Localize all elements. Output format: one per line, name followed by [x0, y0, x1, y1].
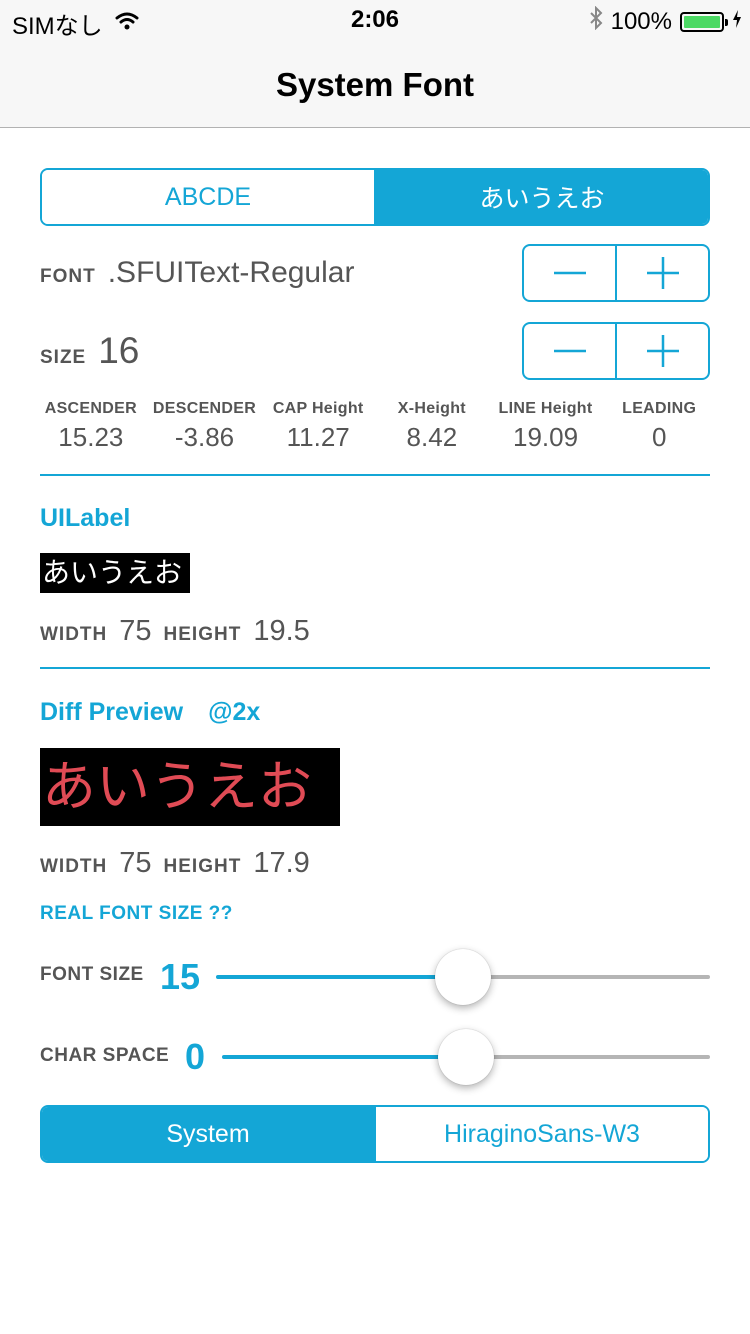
font-decrement-button[interactable]: [524, 246, 615, 300]
metric-x-height: X-Height 8.42: [375, 400, 489, 453]
size-label: SIZE: [40, 347, 87, 368]
metric-value: 15.23: [58, 422, 124, 452]
font-name-value: .SFUIText-Regular: [107, 256, 355, 289]
width-label: WIDTH: [40, 624, 108, 645]
slider-thumb[interactable]: [435, 949, 491, 1005]
uilabel-section-title: UILabel: [40, 504, 131, 532]
metric-value: 0: [651, 422, 667, 452]
width-value: 75: [119, 615, 152, 647]
size-row: SIZE 16: [40, 330, 139, 372]
font-metrics: ASCENDER 15.23 DESCENDER -3.86 CAP Heigh…: [34, 400, 716, 453]
size-stepper: [522, 322, 710, 380]
char-space-slider-value: 0: [185, 1036, 206, 1077]
char-space-slider-label: CHAR SPACE: [40, 1045, 170, 1066]
font-increment-button[interactable]: [615, 246, 708, 300]
segment-system[interactable]: System: [42, 1107, 374, 1161]
font-size-slider-label: FONT SIZE: [40, 964, 144, 985]
size-decrement-button[interactable]: [524, 324, 615, 378]
metric-label: ASCENDER: [44, 400, 137, 417]
slider-track-empty: [466, 1055, 710, 1059]
height-value: 19.5: [253, 615, 310, 647]
battery-percent: 100%: [610, 7, 672, 35]
battery-fill: [684, 15, 720, 28]
diff-preview-section-title: Diff Preview @2x: [40, 698, 260, 727]
status-right: 100%: [589, 5, 742, 37]
bluetooth-icon: [589, 5, 603, 37]
slider-thumb[interactable]: [438, 1029, 494, 1085]
uilabel-dimensions: WIDTH 75 HEIGHT 19.5: [40, 615, 310, 648]
font-label: FONT: [40, 266, 96, 287]
size-value: 16: [98, 330, 140, 371]
width-value: 75: [119, 847, 152, 879]
metric-cap-height: CAP Height 11.27: [261, 400, 375, 453]
metric-value: -3.86: [174, 422, 235, 452]
charging-icon: [732, 8, 742, 36]
plus-icon: [646, 257, 679, 289]
segment-hiragana[interactable]: あいうえお: [374, 170, 708, 224]
width-label: WIDTH: [40, 856, 108, 877]
diff-preview-dimensions: WIDTH 75 HEIGHT 17.9: [40, 847, 310, 880]
metric-label: CAP Height: [272, 400, 364, 417]
font-family-segmented-control: System HiraginoSans-W3: [40, 1105, 710, 1163]
sample-text-segmented-control: ABCDE あいうえお: [40, 168, 710, 226]
metric-line-height: LINE Height 19.09: [489, 400, 603, 453]
metric-label: LINE Height: [498, 400, 593, 417]
plus-icon: [646, 335, 679, 367]
metric-label: DESCENDER: [152, 400, 257, 417]
metric-value: 11.27: [286, 422, 350, 452]
navigation-bar: System Font: [0, 40, 750, 128]
slider-track-filled: [222, 1055, 466, 1059]
section-divider: [40, 667, 710, 669]
slider-track-empty: [463, 975, 710, 979]
section-divider: [40, 474, 710, 476]
metric-label: X-Height: [397, 400, 466, 417]
font-row: FONT .SFUIText-Regular: [40, 256, 354, 290]
battery-icon: [680, 11, 728, 32]
metric-leading: LEADING 0: [602, 400, 716, 453]
battery-tip: [725, 18, 728, 26]
page-title: System Font: [275, 66, 475, 103]
height-value: 17.9: [253, 847, 310, 879]
segment-abcde[interactable]: ABCDE: [42, 170, 374, 224]
metric-value: 19.09: [512, 422, 579, 452]
metric-value: 8.42: [406, 422, 458, 452]
font-stepper: [522, 244, 710, 302]
minus-icon: [553, 349, 586, 353]
diff-preview-title: Diff Preview: [40, 698, 184, 726]
font-size-slider-value: 15: [160, 956, 201, 997]
status-bar: SIMなし 2:06 100%: [0, 0, 750, 40]
slider-track-filled: [216, 975, 463, 979]
segment-hiragino-sans[interactable]: HiraginoSans-W3: [374, 1107, 708, 1161]
metric-label: LEADING: [622, 400, 697, 417]
uilabel-preview: あいうえお: [40, 553, 190, 593]
size-increment-button[interactable]: [615, 324, 708, 378]
metric-ascender: ASCENDER 15.23: [34, 400, 148, 453]
real-font-size-link[interactable]: REAL FONT SIZE ??: [40, 903, 233, 925]
diff-preview-image: あいうえお: [40, 748, 340, 826]
diff-preview-scale: @2x: [208, 698, 261, 726]
metric-descender: DESCENDER -3.86: [148, 400, 262, 453]
height-label: HEIGHT: [163, 856, 242, 877]
minus-icon: [553, 271, 586, 275]
height-label: HEIGHT: [163, 624, 242, 645]
